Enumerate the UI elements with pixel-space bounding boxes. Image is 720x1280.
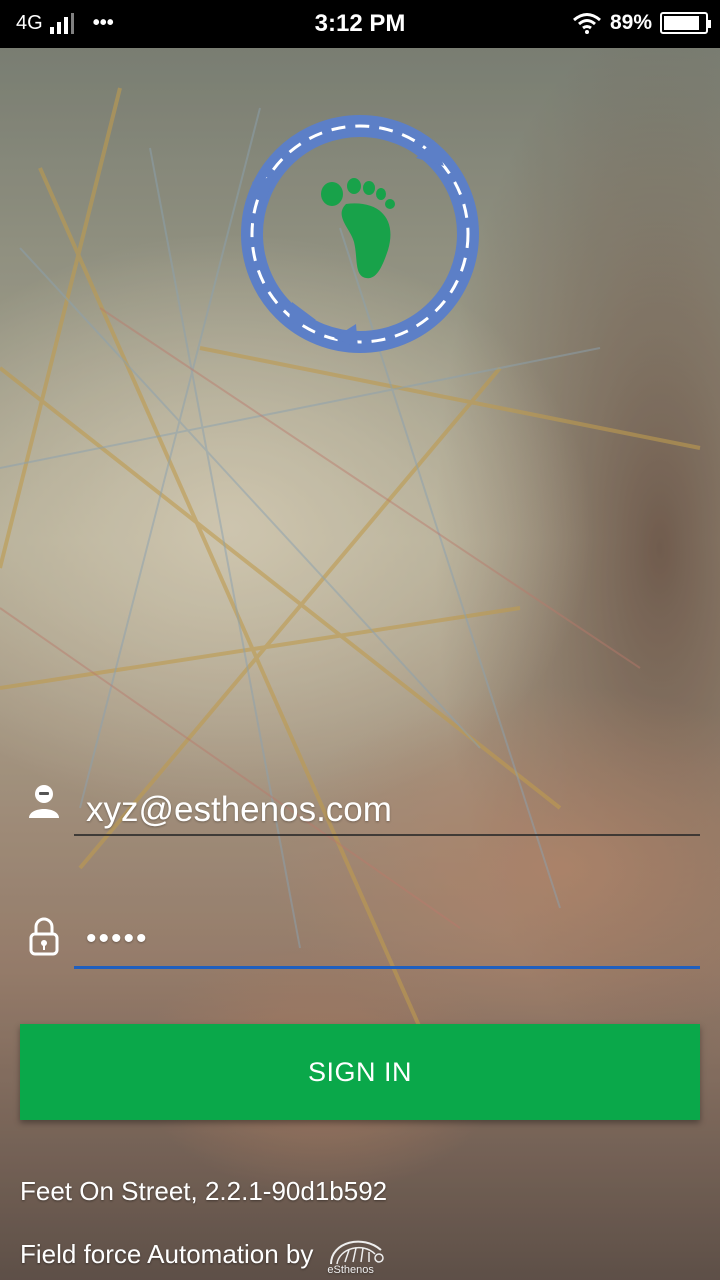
footprint-logo-icon	[241, 115, 479, 353]
byline-text: Field force Automation by	[20, 1238, 314, 1269]
footprint-icon	[321, 178, 395, 279]
user-icon	[29, 785, 59, 818]
wifi-icon	[573, 13, 601, 34]
battery-icon	[660, 12, 711, 34]
sign-in-button[interactable]: SIGN IN	[20, 1024, 700, 1120]
lock-icon	[29, 917, 59, 956]
byline: Field force Automation by eSthenos	[20, 1232, 389, 1276]
esthenos-logo: eSthenos	[323, 1232, 389, 1276]
brand-emblem-icon	[330, 1240, 385, 1265]
battery-percent: 89%	[609, 11, 652, 34]
brand-name: eSthenos	[327, 1264, 374, 1276]
status-bar: 4G ••• 3:12 PM 89%	[0, 0, 720, 48]
password-field[interactable]: •••••	[26, 910, 700, 974]
email-field[interactable]: xyz@esthenos.com	[26, 776, 700, 840]
password-input[interactable]: •••••	[86, 922, 149, 956]
app-logo	[238, 112, 482, 356]
battery-fill	[664, 16, 700, 30]
password-underline	[74, 966, 700, 969]
status-right: 89%	[572, 11, 711, 35]
email-input[interactable]: xyz@esthenos.com	[86, 790, 392, 830]
app-version: Feet On Street, 2.2.1-90d1b592	[20, 1176, 388, 1206]
email-underline	[74, 834, 700, 836]
